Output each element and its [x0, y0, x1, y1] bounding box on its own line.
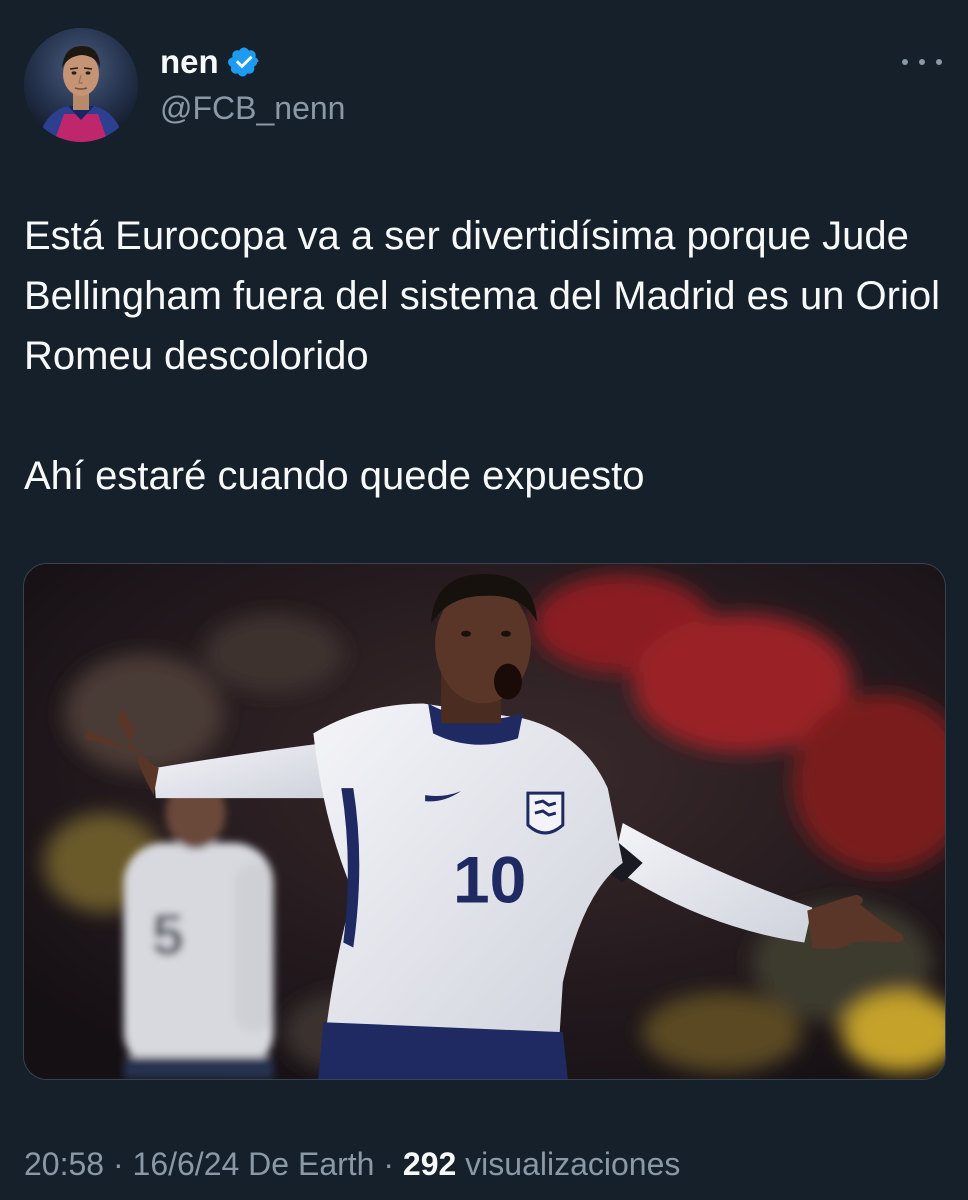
- avatar-image: [24, 28, 138, 142]
- more-options-icon[interactable]: [902, 52, 942, 72]
- meta-separator: ·: [383, 1146, 394, 1182]
- name-row: nen: [160, 42, 345, 82]
- meta-separator: ·: [112, 1146, 124, 1182]
- display-name[interactable]: nen: [160, 42, 219, 82]
- tweet-date[interactable]: 16/6/24: [133, 1146, 240, 1182]
- author-handle[interactable]: @FCB_nenn: [160, 86, 345, 130]
- tweet-text: Está Eurocopa va a ser divertidísima por…: [24, 214, 940, 498]
- author-names: nen @FCB_nenn: [160, 42, 345, 130]
- dot: [919, 59, 925, 65]
- views-label[interactable]: visualizaciones: [465, 1146, 680, 1182]
- views-count[interactable]: 292: [403, 1146, 456, 1182]
- dot: [936, 59, 942, 65]
- photo-image: 5 10: [24, 564, 945, 1079]
- tweet-media-photo[interactable]: 5 10: [23, 563, 946, 1080]
- avatar[interactable]: [24, 28, 138, 142]
- tweet-meta: 20:58 · 16/6/24 De Earth · 292 visualiza…: [24, 1140, 680, 1188]
- tweet-source: De Earth: [248, 1146, 375, 1182]
- tweet-time[interactable]: 20:58: [24, 1146, 104, 1182]
- tweet-header: nen @FCB_nenn: [24, 28, 944, 142]
- background-jersey-number: 5: [152, 904, 184, 968]
- front-jersey-number: 10: [453, 843, 526, 917]
- dot: [902, 59, 908, 65]
- verified-badge-icon[interactable]: [227, 45, 261, 79]
- tweet-card: nen @FCB_nenn Está Eurocopa va a ser div…: [0, 0, 968, 1200]
